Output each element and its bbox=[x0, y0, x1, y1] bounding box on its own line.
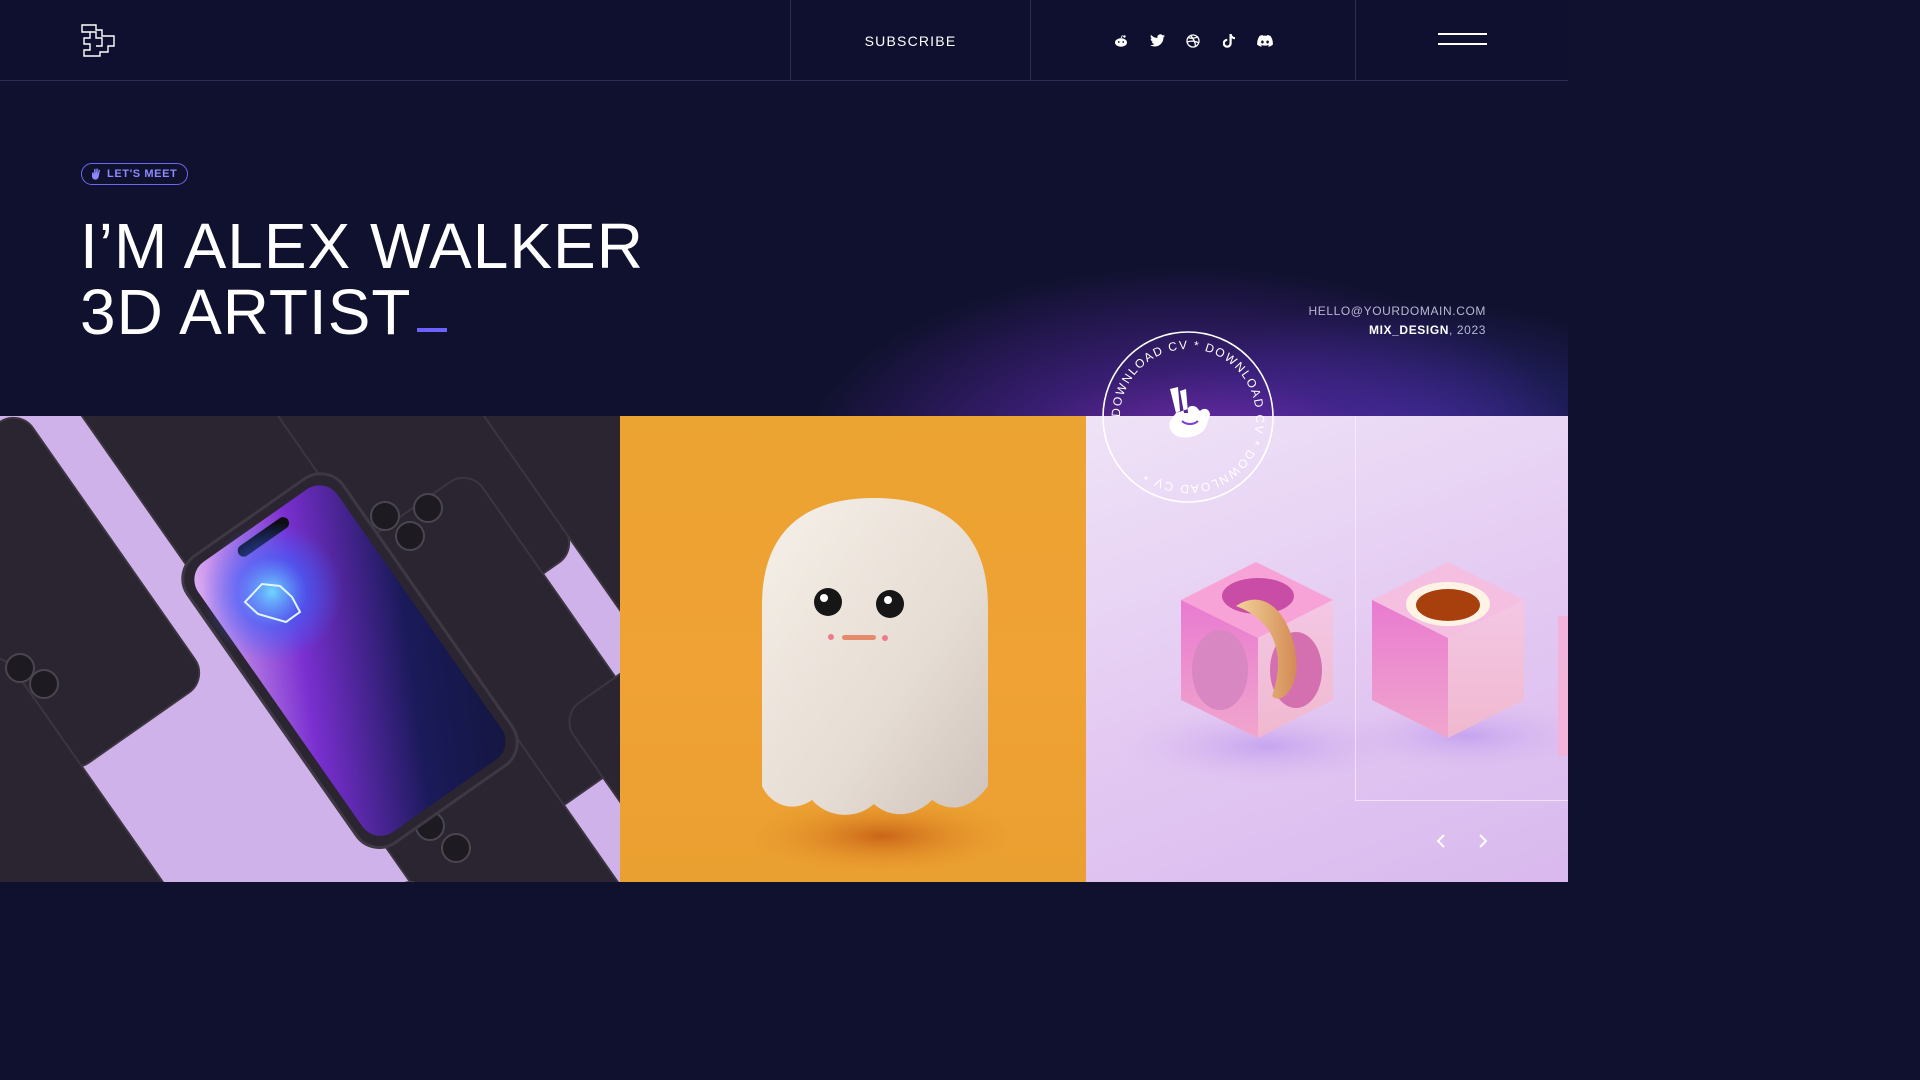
hero-title-line-1: I’M ALEX WALKER bbox=[80, 210, 644, 282]
discord-icon[interactable] bbox=[1257, 33, 1273, 49]
hero-title: I’M ALEX WALKER 3D ARTIST bbox=[80, 213, 644, 345]
gallery-divider-vertical bbox=[1355, 416, 1356, 800]
credit-year: , 2023 bbox=[1449, 323, 1486, 337]
peace-hand-icon bbox=[1169, 387, 1210, 438]
portfolio-gallery bbox=[0, 416, 1568, 882]
social-links bbox=[1030, 0, 1355, 81]
badge-label: LET'S MEET bbox=[107, 168, 178, 180]
menu-cell bbox=[1355, 0, 1568, 81]
hamburger-menu-icon[interactable] bbox=[1438, 33, 1487, 47]
subscribe-link[interactable]: SUBSCRIBE bbox=[865, 33, 957, 49]
cube-logo-icon[interactable] bbox=[80, 22, 116, 58]
hero-title-line-2-wrap: 3D ARTIST bbox=[80, 279, 644, 345]
reddit-icon[interactable] bbox=[1113, 33, 1129, 49]
gallery-divider-horizontal bbox=[1355, 800, 1568, 801]
dribbble-icon[interactable] bbox=[1185, 33, 1201, 49]
ghost-render[interactable] bbox=[620, 416, 1086, 882]
contact-info: HELLO@YOURDOMAIN.COM MIX_DESIGN, 2023 bbox=[1308, 302, 1486, 340]
hero-title-line-2: 3D ARTIST bbox=[80, 276, 412, 348]
credit-line: MIX_DESIGN, 2023 bbox=[1308, 321, 1486, 340]
lets-meet-badge: LET'S MEET bbox=[81, 163, 189, 185]
chevron-right-icon[interactable] bbox=[1473, 831, 1493, 851]
tiktok-icon[interactable] bbox=[1221, 33, 1237, 49]
chevron-left-icon[interactable] bbox=[1431, 831, 1451, 851]
download-cv-stamp[interactable]: DOWNLOAD CV * DOWNLOAD CV * DOWNLOAD CV … bbox=[1100, 329, 1276, 505]
subscribe-cell: SUBSCRIBE bbox=[790, 0, 1030, 81]
site-header: SUBSCRIBE bbox=[0, 0, 1568, 81]
hand-icon bbox=[90, 168, 102, 180]
credit-name[interactable]: MIX_DESIGN bbox=[1369, 323, 1449, 337]
phones-render[interactable] bbox=[0, 416, 620, 882]
hero-section: LET'S MEET I’M ALEX WALKER 3D ARTIST HEL… bbox=[0, 81, 1568, 416]
twitter-icon[interactable] bbox=[1149, 33, 1165, 49]
typing-cursor bbox=[417, 328, 448, 332]
email-link[interactable]: HELLO@YOURDOMAIN.COM bbox=[1308, 302, 1486, 321]
